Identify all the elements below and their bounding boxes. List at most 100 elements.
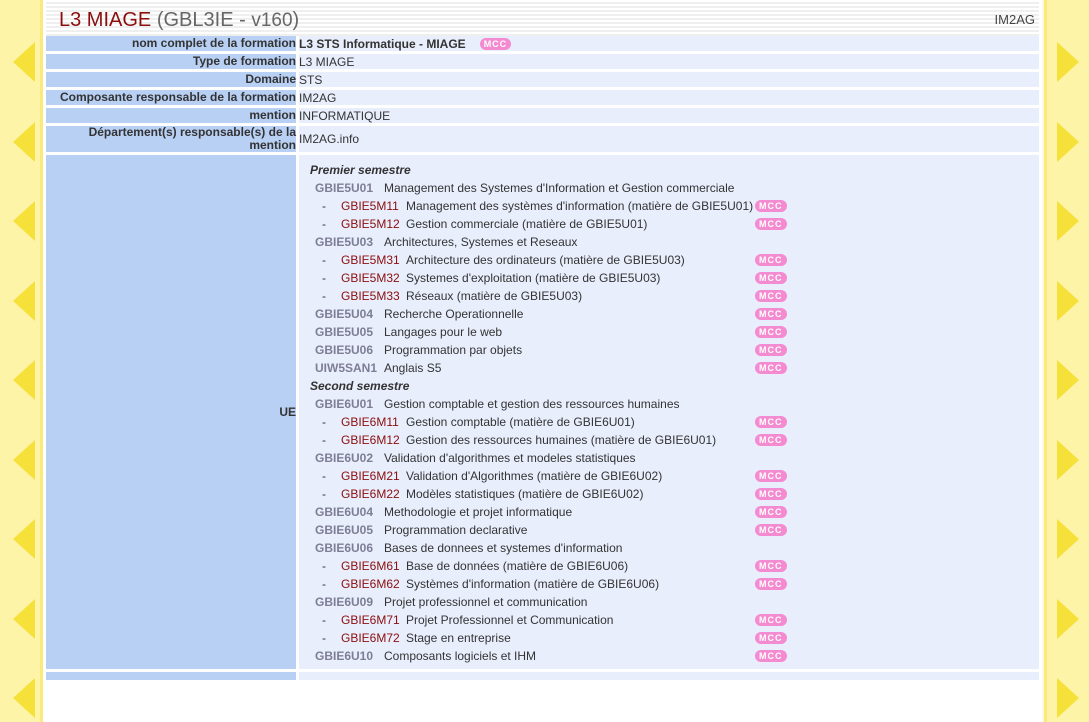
arrow-left-icon[interactable] (13, 519, 35, 559)
field-value-cell: IM2AG (299, 90, 1039, 105)
arrow-left-icon[interactable] (13, 42, 35, 82)
ue-code-link[interactable]: UIW5SAN1 (305, 359, 384, 377)
ue-code-link[interactable]: GBIE5U06 (305, 341, 384, 359)
matiere-item: - GBIE6M61 Base de données (matière de GBI… (305, 557, 1033, 575)
ue-code-link[interactable]: GBIE6U01 (305, 395, 384, 413)
arrow-left-icon[interactable] (13, 121, 35, 162)
matiere-code-link[interactable]: GBIE5M33 (341, 287, 406, 305)
arrow-right-icon[interactable] (1057, 439, 1079, 480)
ue-title: Validation d'Algorithmes (matière de GBI… (406, 469, 663, 483)
info-row: mention INFORMATIQUE (46, 108, 1039, 123)
mcc-badge[interactable]: MCC (755, 416, 787, 428)
mcc-badge[interactable]: MCC (755, 254, 787, 266)
bullet-dash: - (322, 217, 326, 231)
ue-code-link[interactable]: GBIE5U03 (305, 233, 384, 251)
mcc-badge[interactable]: MCC (755, 578, 787, 590)
mcc-badge[interactable]: MCC (755, 560, 787, 572)
ue-code-link[interactable]: GBIE5U05 (305, 323, 384, 341)
mcc-badge[interactable]: MCC (755, 434, 787, 446)
matiere-code-link[interactable]: GBIE5M31 (341, 251, 406, 269)
left-nav-strip[interactable] (0, 0, 43, 722)
arrow-right-icon[interactable] (1057, 360, 1079, 400)
matiere-code-link[interactable]: GBIE5M12 (341, 215, 406, 233)
arrow-right-icon[interactable] (1057, 201, 1079, 241)
ue-list: Premier semestre GBIE5U01 Management des S… (299, 155, 1039, 669)
bullet-dash: - (322, 613, 326, 627)
matiere-code-link[interactable]: GBIE6M11 (341, 413, 406, 431)
mcc-badge[interactable]: MCC (479, 38, 512, 51)
ue-title: Stage en entreprise (406, 631, 511, 645)
field-value: STS (299, 72, 323, 87)
ue-code-link[interactable]: GBIE6U10 (305, 647, 384, 665)
arrow-left-icon[interactable] (13, 280, 35, 321)
arrow-left-icon[interactable] (13, 201, 35, 241)
matiere-item: - GBIE5M33 Réseaux (matière de GBIE5U03) MC… (305, 287, 1033, 305)
mcc-badge[interactable]: MCC (755, 344, 787, 356)
ue-code-link[interactable]: GBIE6U05 (305, 521, 384, 539)
ue-title: Composants logiciels et IHM (384, 649, 537, 663)
bullet-dash: - (322, 559, 326, 573)
mcc-badge[interactable]: MCC (755, 308, 787, 320)
ue-title: Systemes d'exploitation (matière de GBIE… (406, 271, 661, 285)
ue-code-link[interactable]: GBIE6U04 (305, 503, 384, 521)
field-value-cell: L3 STS Informatique - MIAGE MCC (299, 36, 1039, 51)
mcc-badge[interactable]: MCC (755, 632, 787, 644)
ue-code-link[interactable]: GBIE6U06 (305, 539, 384, 557)
ue-item: GBIE6U10 Composants logiciels et IHM MCC (305, 647, 1033, 665)
ue-code-link[interactable]: GBIE5U01 (305, 179, 384, 197)
matiere-code-link[interactable]: GBIE5M11 (341, 197, 406, 215)
mcc-badge[interactable]: MCC (755, 290, 787, 302)
ue-item: GBIE5U03 Architectures, Systemes et Resea… (305, 233, 1033, 251)
matiere-code-link[interactable]: GBIE6M72 (341, 629, 406, 647)
matiere-code-link[interactable]: GBIE6M71 (341, 611, 406, 629)
mcc-badge[interactable]: MCC (755, 326, 787, 338)
mcc-badge[interactable]: MCC (755, 614, 787, 626)
arrow-right-icon[interactable] (1057, 519, 1079, 559)
arrow-right-icon[interactable] (1057, 280, 1079, 321)
mcc-badge[interactable]: MCC (755, 470, 787, 482)
ue-code-link[interactable]: GBIE5U04 (305, 305, 384, 323)
formation-code: L3 MIAGE (59, 9, 152, 31)
arrow-left-icon[interactable] (13, 678, 35, 718)
ue-code-link[interactable]: GBIE6U02 (305, 449, 384, 467)
ue-item: GBIE5U06 Programmation par objets MCC (305, 341, 1033, 359)
arrow-right-icon[interactable] (1057, 598, 1079, 639)
mcc-badge[interactable]: MCC (755, 218, 787, 230)
mcc-badge[interactable]: MCC (755, 200, 787, 212)
field-label: Domaine (46, 72, 296, 87)
bullet-dash: - (322, 253, 326, 267)
ue-item: GBIE6U05 Programmation declarative MCC (305, 521, 1033, 539)
field-label: nom complet de la formation (46, 36, 296, 51)
matiere-code-link[interactable]: GBIE6M61 (341, 557, 406, 575)
mcc-badge[interactable]: MCC (755, 272, 787, 284)
mcc-badge[interactable]: MCC (755, 524, 787, 536)
ue-title: Gestion comptable (matière de GBIE6U01) (406, 415, 635, 429)
bullet-dash: - (322, 415, 326, 429)
ue-title: Projet professionnel et communication (384, 595, 588, 609)
matiere-code-link[interactable]: GBIE6M22 (341, 485, 406, 503)
matiere-code-link[interactable]: GBIE6M12 (341, 431, 406, 449)
right-nav-strip[interactable] (1044, 0, 1089, 722)
bullet-dash: - (322, 577, 326, 591)
ue-title: Validation d'algorithmes et modeles stat… (384, 451, 636, 465)
mcc-badge[interactable]: MCC (755, 362, 787, 374)
field-value-cell: INFORMATIQUE (299, 108, 1039, 123)
matiere-item: - GBIE6M11 Gestion comptable (matière de G… (305, 413, 1033, 431)
matiere-code-link[interactable]: GBIE6M62 (341, 575, 406, 593)
arrow-left-icon[interactable] (13, 598, 35, 639)
arrow-right-icon[interactable] (1057, 42, 1079, 82)
matiere-item: - GBIE5M12 Gestion commerciale (matière de… (305, 215, 1033, 233)
arrow-left-icon[interactable] (13, 360, 35, 400)
matiere-code-link[interactable]: GBIE6M21 (341, 467, 406, 485)
arrow-left-icon[interactable] (13, 439, 35, 480)
ue-code-link[interactable]: GBIE6U09 (305, 593, 384, 611)
arrow-right-icon[interactable] (1057, 678, 1079, 718)
bullet-dash: - (322, 631, 326, 645)
mcc-badge[interactable]: MCC (755, 506, 787, 518)
mcc-badge[interactable]: MCC (755, 650, 787, 662)
field-value: L3 MIAGE (299, 54, 355, 69)
matiere-code-link[interactable]: GBIE5M32 (341, 269, 406, 287)
mcc-badge[interactable]: MCC (755, 488, 787, 500)
ue-title: Architectures, Systemes et Reseaux (384, 235, 578, 249)
arrow-right-icon[interactable] (1057, 121, 1079, 162)
